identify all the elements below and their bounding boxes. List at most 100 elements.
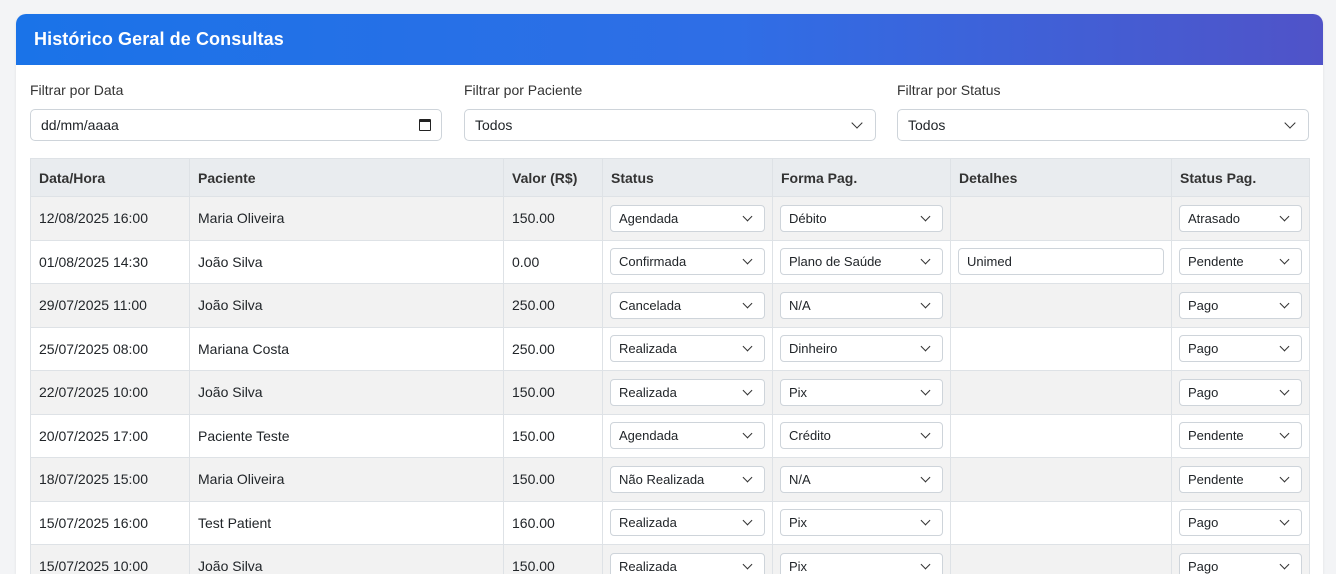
payment-status-select[interactable]: Pago (1179, 509, 1302, 536)
cell-value: 250.00 (504, 284, 603, 328)
status-select[interactable]: Agendada (610, 205, 765, 232)
payment-method-select[interactable]: Pix (780, 553, 943, 574)
cell-details: Unimed (951, 240, 1172, 284)
table-body: 12/08/2025 16:00Maria Oliveira150.00Agen… (31, 197, 1310, 574)
payment-method-select[interactable]: N/A (780, 292, 943, 319)
cell-patient: Maria Oliveira (190, 197, 504, 241)
cell-value: 150.00 (504, 458, 603, 502)
cell-details (951, 327, 1172, 371)
payment-status-select[interactable]: Atrasado (1179, 205, 1302, 232)
status-select-value: Cancelada (619, 298, 681, 313)
column-header-datetime[interactable]: Data/Hora (31, 159, 190, 197)
cell-datetime: 15/07/2025 10:00 (31, 545, 190, 574)
payment-status-select-value: Pendente (1188, 472, 1244, 487)
cell-payment: Plano de Saúde (773, 240, 951, 284)
payment-status-select[interactable]: Pendente (1179, 422, 1302, 449)
payment-status-select[interactable]: Pago (1179, 292, 1302, 319)
payment-method-select[interactable]: N/A (780, 466, 943, 493)
details-value: Unimed (967, 254, 1012, 269)
cell-datetime: 18/07/2025 15:00 (31, 458, 190, 502)
status-select[interactable]: Cancelada (610, 292, 765, 319)
chevron-down-icon (1280, 342, 1290, 352)
table-row: 18/07/2025 15:00Maria Oliveira150.00Não … (31, 458, 1310, 502)
cell-status: Cancelada (603, 284, 773, 328)
payment-status-select-value: Pendente (1188, 428, 1244, 443)
payment-status-select[interactable]: Pendente (1179, 466, 1302, 493)
payment-method-select[interactable]: Pix (780, 379, 943, 406)
cell-value: 150.00 (504, 414, 603, 458)
status-select-value: Confirmada (619, 254, 686, 269)
payment-method-select[interactable]: Débito (780, 205, 943, 232)
payment-method-select-value: N/A (789, 298, 811, 313)
cell-payment: Dinheiro (773, 327, 951, 371)
chevron-down-icon (921, 516, 931, 526)
cell-pay-status: Atrasado (1172, 197, 1310, 241)
table-header-row: Data/Hora Paciente Valor (R$) Status For… (31, 159, 1310, 197)
cell-details (951, 197, 1172, 241)
payment-method-select[interactable]: Pix (780, 509, 943, 536)
payment-method-select[interactable]: Plano de Saúde (780, 248, 943, 275)
card-header: Histórico Geral de Consultas (16, 14, 1323, 65)
date-filter-label: Filtrar por Data (30, 82, 442, 100)
column-header-value[interactable]: Valor (R$) (504, 159, 603, 197)
cell-datetime: 22/07/2025 10:00 (31, 371, 190, 415)
payment-status-select[interactable]: Pendente (1179, 248, 1302, 275)
column-header-payment[interactable]: Forma Pag. (773, 159, 951, 197)
status-select[interactable]: Realizada (610, 509, 765, 536)
patient-filter-label: Filtrar por Paciente (464, 82, 876, 100)
cell-pay-status: Pago (1172, 284, 1310, 328)
chevron-down-icon (921, 211, 931, 221)
column-header-pay-status[interactable]: Status Pag. (1172, 159, 1310, 197)
chevron-down-icon (1280, 429, 1290, 439)
status-select-value: Realizada (619, 515, 677, 530)
cell-patient: Test Patient (190, 501, 504, 545)
cell-datetime: 25/07/2025 08:00 (31, 327, 190, 371)
column-header-status[interactable]: Status (603, 159, 773, 197)
status-select[interactable]: Confirmada (610, 248, 765, 275)
calendar-icon[interactable] (419, 119, 431, 131)
appointments-table: Data/Hora Paciente Valor (R$) Status For… (30, 158, 1310, 574)
status-select[interactable]: Realizada (610, 553, 765, 574)
date-filter: Filtrar por Data dd/mm/aaaa (30, 82, 442, 141)
chevron-down-icon (743, 472, 753, 482)
status-select[interactable]: Agendada (610, 422, 765, 449)
payment-method-select[interactable]: Dinheiro (780, 335, 943, 362)
payment-method-select-value: Crédito (789, 428, 831, 443)
cell-status: Realizada (603, 327, 773, 371)
status-select[interactable]: Realizada (610, 335, 765, 362)
payment-status-select[interactable]: Pago (1179, 553, 1302, 574)
table-row: 25/07/2025 08:00Mariana Costa250.00Reali… (31, 327, 1310, 371)
table-row: 12/08/2025 16:00Maria Oliveira150.00Agen… (31, 197, 1310, 241)
chevron-down-icon (743, 298, 753, 308)
payment-status-select[interactable]: Pago (1179, 379, 1302, 406)
chevron-down-icon (921, 342, 931, 352)
details-input[interactable]: Unimed (958, 248, 1164, 275)
history-card: Histórico Geral de Consultas Filtrar por… (16, 14, 1323, 574)
chevron-down-icon (743, 342, 753, 352)
table-row: 22/07/2025 10:00João Silva150.00Realizad… (31, 371, 1310, 415)
column-header-patient[interactable]: Paciente (190, 159, 504, 197)
cell-payment: N/A (773, 458, 951, 502)
cell-patient: João Silva (190, 371, 504, 415)
status-select[interactable]: Realizada (610, 379, 765, 406)
column-header-details[interactable]: Detalhes (951, 159, 1172, 197)
status-filter: Filtrar por Status Todos (897, 82, 1309, 141)
status-select[interactable]: Não Realizada (610, 466, 765, 493)
payment-method-select[interactable]: Crédito (780, 422, 943, 449)
payment-method-select-value: Dinheiro (789, 341, 837, 356)
cell-patient: Paciente Teste (190, 414, 504, 458)
cell-datetime: 29/07/2025 11:00 (31, 284, 190, 328)
chevron-down-icon (1280, 298, 1290, 308)
date-filter-input[interactable]: dd/mm/aaaa (30, 109, 442, 141)
chevron-down-icon (921, 385, 931, 395)
cell-datetime: 15/07/2025 16:00 (31, 501, 190, 545)
patient-filter: Filtrar por Paciente Todos (464, 82, 876, 141)
table-row: 15/07/2025 16:00Test Patient160.00Realiz… (31, 501, 1310, 545)
cell-value: 150.00 (504, 545, 603, 574)
cell-payment: Crédito (773, 414, 951, 458)
cell-status: Realizada (603, 545, 773, 574)
payment-status-select[interactable]: Pago (1179, 335, 1302, 362)
cell-status: Agendada (603, 197, 773, 241)
patient-filter-select[interactable]: Todos (464, 109, 876, 141)
status-filter-select[interactable]: Todos (897, 109, 1309, 141)
